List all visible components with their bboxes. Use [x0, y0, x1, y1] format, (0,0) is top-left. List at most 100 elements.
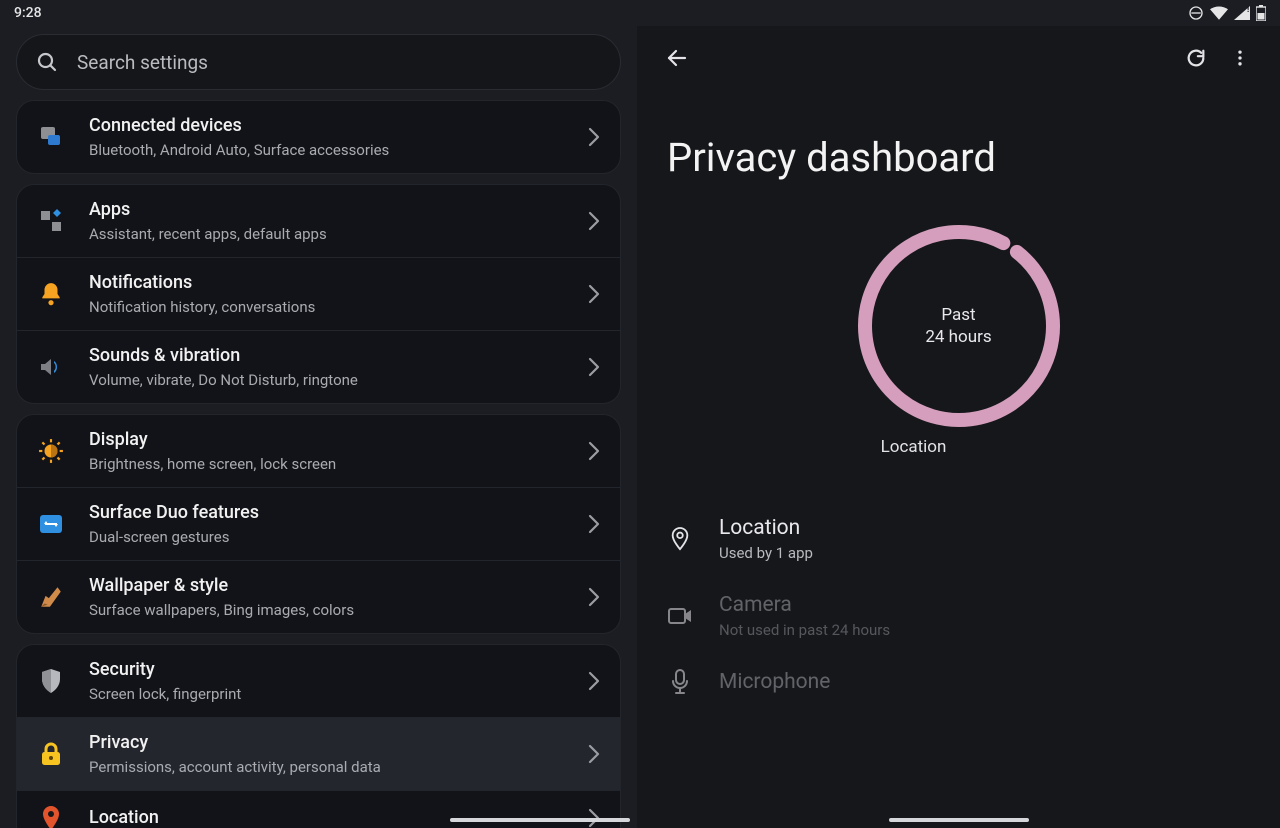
settings-item-connected-devices[interactable]: Connected devicesBluetooth, Android Auto…: [17, 101, 620, 173]
donut-label-line1: Past: [941, 304, 975, 326]
search-icon: [35, 50, 59, 74]
gesture-handle[interactable]: [889, 818, 1029, 822]
chevron-right-icon: [588, 744, 600, 764]
settings-item-title: Sounds & vibration: [89, 344, 564, 368]
scrollbar-handle[interactable]: [450, 818, 630, 822]
usage-item-subtitle: Not used in past 24 hours: [719, 621, 890, 639]
usage-item-texts: Microphone: [719, 669, 830, 695]
wallpaper-icon: [37, 583, 65, 611]
privacy-dashboard-panel: Privacy dashboard Past 24 hours Location…: [637, 0, 1280, 828]
settings-item-display[interactable]: DisplayBrightness, home screen, lock scr…: [17, 415, 620, 487]
settings-item-surface-duo-features[interactable]: Surface Duo featuresDual-screen gestures: [17, 487, 620, 560]
settings-list: Connected devicesBluetooth, Android Auto…: [16, 100, 621, 828]
settings-item-texts: DisplayBrightness, home screen, lock scr…: [89, 428, 564, 474]
dnd-icon: [1188, 5, 1204, 21]
settings-item-texts: AppsAssistant, recent apps, default apps: [89, 198, 564, 244]
chevron-right-icon: [588, 587, 600, 607]
settings-item-texts: Location: [89, 806, 564, 828]
topbar: [637, 30, 1280, 86]
duo-icon: [37, 510, 65, 538]
more-vertical-icon: [1230, 48, 1250, 68]
settings-item-apps[interactable]: AppsAssistant, recent apps, default apps: [17, 185, 620, 257]
chevron-right-icon: [588, 514, 600, 534]
settings-item-title: Display: [89, 428, 564, 452]
refresh-icon: [1185, 47, 1207, 69]
microphone-icon: [667, 669, 693, 695]
settings-item-subtitle: Volume, vibrate, Do Not Disturb, rington…: [89, 370, 564, 390]
battery-icon: [1256, 5, 1266, 21]
settings-item-texts: Sounds & vibrationVolume, vibrate, Do No…: [89, 344, 564, 390]
settings-item-subtitle: Dual-screen gestures: [89, 527, 564, 547]
settings-item-texts: PrivacyPermissions, account activity, pe…: [89, 731, 564, 777]
settings-item-subtitle: Screen lock, fingerprint: [89, 684, 564, 704]
more-button[interactable]: [1218, 36, 1262, 80]
notifications-icon: [37, 280, 65, 308]
search-settings[interactable]: Search settings: [16, 34, 621, 90]
chevron-right-icon: [588, 357, 600, 377]
settings-item-subtitle: Surface wallpapers, Bing images, colors: [89, 600, 564, 620]
settings-item-title: Notifications: [89, 271, 564, 295]
settings-item-title: Surface Duo features: [89, 501, 564, 525]
usage-item-location[interactable]: Location Used by 1 app: [667, 515, 1250, 562]
status-time: 9:28: [14, 5, 42, 21]
chevron-right-icon: [588, 284, 600, 304]
back-arrow-icon: [665, 46, 689, 70]
usage-item-texts: Location Used by 1 app: [719, 515, 813, 562]
location-icon: [667, 526, 693, 552]
privacy-icon: [37, 740, 65, 768]
usage-item-title: Camera: [719, 592, 890, 618]
settings-item-notifications[interactable]: NotificationsNotification history, conve…: [17, 257, 620, 330]
settings-item-subtitle: Assistant, recent apps, default apps: [89, 224, 564, 244]
connected-devices-icon: [37, 123, 65, 151]
cellular-icon: !: [1234, 6, 1250, 20]
usage-item-camera[interactable]: Camera Not used in past 24 hours: [667, 592, 1250, 639]
settings-group: DisplayBrightness, home screen, lock scr…: [16, 414, 621, 634]
usage-item-microphone[interactable]: Microphone: [667, 669, 1250, 695]
settings-item-subtitle: Notification history, conversations: [89, 297, 564, 317]
usage-item-title: Location: [719, 515, 813, 541]
settings-item-title: Security: [89, 658, 564, 682]
svg-text:!: !: [1247, 6, 1249, 14]
settings-panel: Search settings Connected devicesBluetoo…: [0, 0, 637, 828]
chevron-right-icon: [588, 671, 600, 691]
settings-item-subtitle: Brightness, home screen, lock screen: [89, 454, 564, 474]
apps-icon: [37, 207, 65, 235]
settings-item-texts: Connected devicesBluetooth, Android Auto…: [89, 114, 564, 160]
settings-item-location[interactable]: Location: [17, 790, 620, 828]
settings-item-wallpaper-style[interactable]: Wallpaper & styleSurface wallpapers, Bin…: [17, 560, 620, 633]
settings-item-texts: NotificationsNotification history, conve…: [89, 271, 564, 317]
settings-group: SecurityScreen lock, fingerprint PrivacyP…: [16, 644, 621, 828]
wifi-icon: [1210, 6, 1228, 20]
settings-item-title: Connected devices: [89, 114, 564, 138]
settings-item-subtitle: Bluetooth, Android Auto, Surface accesso…: [89, 140, 564, 160]
donut-caption: Location: [881, 437, 1037, 457]
location-setting-icon: [37, 804, 65, 828]
settings-item-texts: Wallpaper & styleSurface wallpapers, Bin…: [89, 574, 564, 620]
page-title: Privacy dashboard: [667, 134, 1250, 181]
settings-item-title: Apps: [89, 198, 564, 222]
usage-list: Location Used by 1 app Camera Not used in p…: [637, 457, 1280, 695]
settings-item-title: Wallpaper & style: [89, 574, 564, 598]
settings-item-privacy[interactable]: PrivacyPermissions, account activity, pe…: [17, 717, 620, 790]
settings-item-title: Privacy: [89, 731, 564, 755]
settings-item-subtitle: Permissions, account activity, personal …: [89, 757, 564, 777]
refresh-button[interactable]: [1174, 36, 1218, 80]
status-bar: 9:28 !: [0, 0, 1280, 26]
camera-icon: [667, 603, 693, 629]
back-button[interactable]: [655, 36, 699, 80]
display-icon: [37, 437, 65, 465]
settings-item-texts: SecurityScreen lock, fingerprint: [89, 658, 564, 704]
security-icon: [37, 667, 65, 695]
chevron-right-icon: [588, 211, 600, 231]
sound-icon: [37, 353, 65, 381]
usage-item-subtitle: Used by 1 app: [719, 544, 813, 562]
settings-item-title: Location: [89, 806, 564, 828]
settings-group: AppsAssistant, recent apps, default apps…: [16, 184, 621, 404]
donut-label-line2: 24 hours: [925, 326, 991, 348]
status-right: !: [1188, 5, 1266, 21]
settings-item-sounds-vibration[interactable]: Sounds & vibrationVolume, vibrate, Do No…: [17, 330, 620, 403]
chevron-right-icon: [588, 441, 600, 461]
settings-item-security[interactable]: SecurityScreen lock, fingerprint: [17, 645, 620, 717]
usage-donut-chart: Past 24 hours Location: [637, 223, 1280, 457]
usage-item-title: Microphone: [719, 669, 830, 695]
